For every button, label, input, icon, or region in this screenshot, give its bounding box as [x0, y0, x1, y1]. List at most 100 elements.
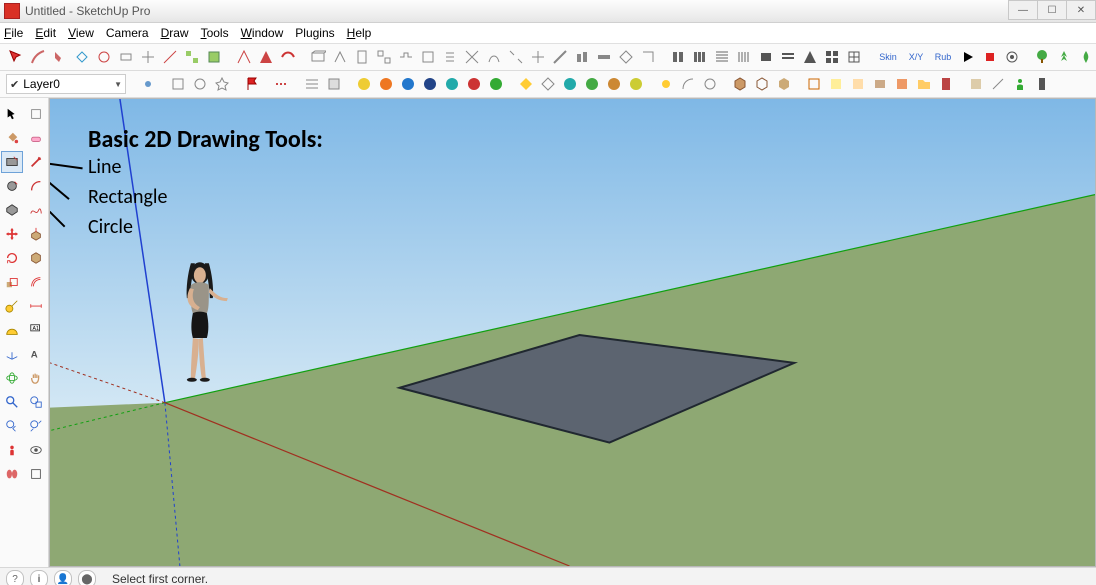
close-button[interactable]: ✕ [1066, 0, 1096, 20]
tool-icon[interactable] [94, 47, 114, 67]
tool-icon[interactable] [966, 74, 986, 94]
zoom-window-tool[interactable] [25, 391, 47, 413]
tool-icon[interactable] [844, 47, 864, 67]
sphere-red-icon[interactable] [464, 74, 484, 94]
tool-icon[interactable] [308, 47, 328, 67]
tool-icon[interactable] [116, 47, 136, 67]
tool-icon[interactable] [352, 47, 372, 67]
tool-icon[interactable] [756, 47, 776, 67]
tool-icon[interactable] [988, 74, 1008, 94]
sphere-blue-icon[interactable] [398, 74, 418, 94]
box-icon[interactable] [752, 74, 772, 94]
rotate-tool[interactable] [1, 247, 23, 269]
tool-icon[interactable] [278, 47, 298, 67]
gear-icon[interactable] [1002, 47, 1022, 67]
tool-icon[interactable] [204, 47, 224, 67]
sun-icon[interactable] [656, 74, 676, 94]
tree-icon[interactable] [1032, 47, 1052, 67]
tool-icon[interactable] [1032, 74, 1052, 94]
viewport[interactable]: Basic 2D Drawing Tools: Line Rectangle C… [49, 98, 1096, 567]
tool-icon[interactable] [800, 47, 820, 67]
menu-draw[interactable]: Draw [161, 26, 189, 40]
tool-icon[interactable] [302, 74, 322, 94]
tool-icon[interactable] [528, 47, 548, 67]
tool-icon[interactable] [572, 47, 592, 67]
3d-text-tool[interactable]: A [25, 343, 47, 365]
tool-icon[interactable] [484, 47, 504, 67]
position-camera-tool[interactable] [1, 439, 23, 461]
layer-combo[interactable]: ✔ Layer0 ▼ [6, 74, 126, 94]
tool-icon[interactable] [826, 74, 846, 94]
axes-tool[interactable] [1, 343, 23, 365]
tool-icon[interactable] [396, 47, 416, 67]
text-tool[interactable]: A1 [25, 319, 47, 341]
menu-view[interactable]: View [68, 26, 94, 40]
eraser-tool[interactable] [25, 127, 47, 149]
stop-icon[interactable] [980, 47, 1000, 67]
zoom-extents-tool[interactable] [25, 415, 47, 437]
tool-icon[interactable] [594, 47, 614, 67]
menu-file[interactable]: File [4, 26, 23, 40]
label-skin[interactable]: Skin [874, 47, 902, 67]
sphere-orange-icon[interactable] [376, 74, 396, 94]
protractor-tool[interactable] [1, 319, 23, 341]
tool-icon[interactable] [330, 47, 350, 67]
tool-icon[interactable] [272, 74, 292, 94]
tool-icon[interactable] [234, 47, 254, 67]
menu-camera[interactable]: Camera [106, 26, 149, 40]
layer-refresh-icon[interactable] [138, 74, 158, 94]
offset-tool[interactable] [25, 271, 47, 293]
sphere-navy-icon[interactable] [420, 74, 440, 94]
sphere-yellow-icon[interactable] [354, 74, 374, 94]
tool-icon[interactable] [638, 47, 658, 67]
move-tool[interactable] [1, 223, 23, 245]
menu-edit[interactable]: Edit [35, 26, 56, 40]
star-icon[interactable] [212, 74, 232, 94]
tool-icon[interactable] [712, 47, 732, 67]
tool-icon[interactable] [892, 74, 912, 94]
sphere-icon[interactable] [626, 74, 646, 94]
tool-icon[interactable] [6, 47, 26, 67]
section-tool[interactable] [25, 463, 47, 485]
tool-icon[interactable] [678, 74, 698, 94]
rectangle-tool[interactable] [1, 151, 23, 173]
tool-icon[interactable] [190, 74, 210, 94]
plant-icon[interactable] [1076, 47, 1096, 67]
tool-icon[interactable] [700, 74, 720, 94]
tool-icon[interactable] [734, 47, 754, 67]
dimension-tool[interactable] [25, 295, 47, 317]
tool-icon[interactable] [324, 74, 344, 94]
box-icon[interactable] [730, 74, 750, 94]
tool-icon[interactable] [160, 47, 180, 67]
select-tool[interactable] [1, 103, 23, 125]
sphere-green-icon[interactable] [486, 74, 506, 94]
freehand-tool[interactable] [25, 199, 47, 221]
red-flag-icon[interactable] [242, 74, 262, 94]
tool-icon[interactable] [616, 47, 636, 67]
make-component-tool[interactable] [25, 103, 47, 125]
menu-tools[interactable]: Tools [201, 26, 229, 40]
tool-icon[interactable] [848, 74, 868, 94]
help-icon[interactable]: ? [6, 570, 24, 585]
scale-tool[interactable] [1, 271, 23, 293]
sphere-icon[interactable] [582, 74, 602, 94]
folder-icon[interactable] [914, 74, 934, 94]
push-pull-tool[interactable] [25, 223, 47, 245]
diamond-icon[interactable] [538, 74, 558, 94]
line-tool[interactable] [25, 151, 47, 173]
tape-measure-tool[interactable] [1, 295, 23, 317]
tool-icon[interactable] [506, 47, 526, 67]
tool-icon[interactable] [778, 47, 798, 67]
tool-icon[interactable] [168, 74, 188, 94]
follow-me-tool[interactable] [25, 247, 47, 269]
orbit-tool[interactable] [1, 367, 23, 389]
geo-icon[interactable]: ⬤ [78, 570, 96, 585]
bush-icon[interactable] [1054, 47, 1074, 67]
tool-icon[interactable] [822, 47, 842, 67]
tool-icon[interactable] [550, 47, 570, 67]
tool-icon[interactable] [870, 74, 890, 94]
diamond-icon[interactable] [516, 74, 536, 94]
label-xy[interactable]: X/Y [904, 47, 928, 67]
tool-icon[interactable] [668, 47, 688, 67]
tool-icon[interactable] [804, 74, 824, 94]
